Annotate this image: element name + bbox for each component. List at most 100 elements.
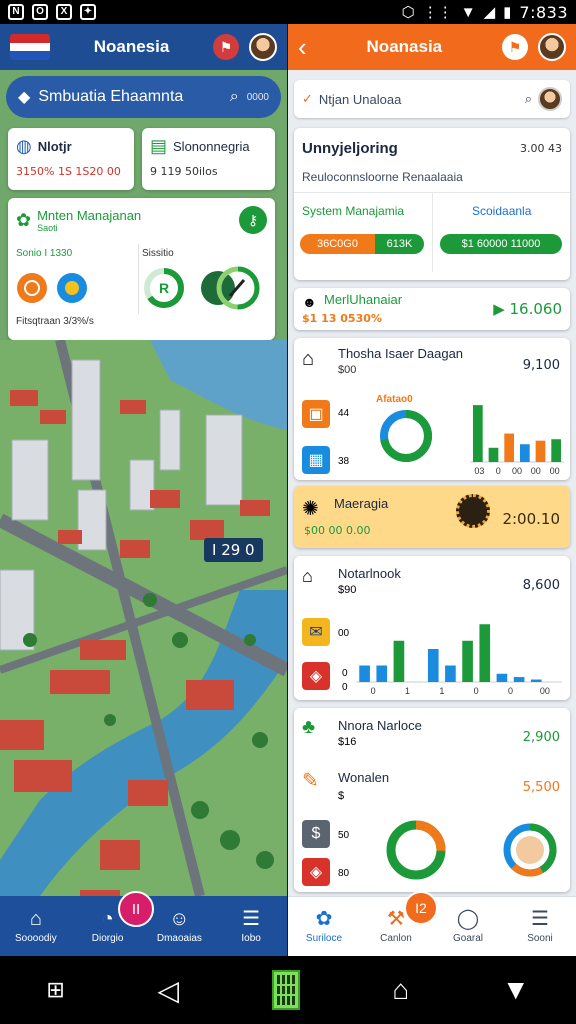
card-nnora-amount: $16 xyxy=(338,736,357,748)
nav-item-menu[interactable]: ☰ Iobo xyxy=(215,896,287,956)
nav-label: Iobo xyxy=(241,932,261,944)
key-icon[interactable]: ⚷ xyxy=(239,206,267,234)
notarlook-y-2: 0 xyxy=(342,682,348,693)
search-icon[interactable]: ⌕ xyxy=(525,91,532,107)
left-search-text: Smbuatia Ehaamnta xyxy=(38,88,184,105)
nav-item-users[interactable]: ☺ Dmaoaias xyxy=(144,896,216,956)
map-value-tag[interactable]: I 29 0 xyxy=(204,538,263,562)
left-header: Noanesia ⚑ xyxy=(0,24,287,70)
back-icon[interactable]: ‹ xyxy=(298,34,307,60)
avatar[interactable] xyxy=(538,87,562,111)
notarlook-y-1: 0 xyxy=(342,668,348,679)
left-nav-badge[interactable]: II xyxy=(118,891,154,927)
nav-item-home[interactable]: ⌂ Soooodiy xyxy=(0,896,72,956)
rocket-icon[interactable]: ⚑ xyxy=(213,34,239,60)
card-maeragia-sub: $00 00 0.00 xyxy=(304,524,371,537)
card-maeragia-value: 2:00.10 xyxy=(502,510,560,528)
right-nav-badge[interactable]: I2 xyxy=(404,891,438,925)
nav-item-cat[interactable]: ✿ Suriloce xyxy=(288,897,360,956)
card-maeragia[interactable]: ✺ Maeragia $00 00 0.00 2:00.10 xyxy=(294,486,570,548)
globe-icon: ◍ xyxy=(16,136,32,156)
calendar-icon[interactable]: ▦ xyxy=(302,446,330,474)
users-icon: ☺ xyxy=(169,907,190,930)
thosha-row-b: 38 xyxy=(338,456,350,467)
nav-label: Sooni xyxy=(527,933,553,944)
tools-icon: ⚒ xyxy=(387,908,405,930)
gear-icon: ✿ xyxy=(16,209,32,230)
clock: 7:833 xyxy=(519,2,568,22)
card-mnten-manajanan[interactable]: ✿ Mnten Manajanan Saoti ⚷ Sonio I 1330 S… xyxy=(8,198,275,340)
x-icon: X xyxy=(56,4,72,20)
card-thosha-amount: $00 xyxy=(338,364,357,376)
card-notarlook[interactable]: ⌂ Notarlnook $90 8,600 ✉ ◈ 00 0 0 011000… xyxy=(294,556,570,700)
sec-title: Scoidaanla xyxy=(472,204,532,218)
card-merl-value: ▶ 16.060 xyxy=(493,300,562,318)
thosha-donut xyxy=(380,410,432,462)
system-progress[interactable]: 36C0G0 613K xyxy=(300,234,424,254)
card-thosha[interactable]: ⌂ Thosha Isaer Daagan $00 9,100 ▣ ▦ 44 3… xyxy=(294,338,570,480)
o-icon: O xyxy=(32,4,48,20)
map-icon[interactable]: ✉ xyxy=(302,618,330,646)
chart-bar xyxy=(551,439,562,462)
home-icon: ⌂ xyxy=(29,907,42,930)
card-merl[interactable]: ☻ MerlUhanaiar $1 13 0530% ▶ 16.060 xyxy=(294,288,570,330)
chart-bar xyxy=(359,665,370,682)
qr-code-icon[interactable] xyxy=(271,970,300,1010)
nav-label: Goaral xyxy=(452,933,483,944)
wifi-icon: ▼ xyxy=(460,3,476,21)
dollar-icon[interactable]: $ xyxy=(302,820,330,848)
wonalen-row-b: 80 xyxy=(338,868,350,879)
recents-icon[interactable]: ▼ xyxy=(502,974,530,1006)
system-title: System Manajamia xyxy=(302,204,405,218)
card-slononnegria-title: Slononnegria xyxy=(173,139,250,154)
flag-icon[interactable] xyxy=(10,34,50,60)
chart-bar xyxy=(472,405,483,462)
back-icon[interactable]: ◁ xyxy=(157,974,179,1007)
chart-bar xyxy=(462,640,473,682)
notarlook-x-label: 1 xyxy=(405,686,410,696)
nav-label: Canlon xyxy=(380,933,412,944)
thosha-x-label: 0 xyxy=(496,466,501,476)
right-search-bar[interactable]: ✓ Ntjan Unaloaa ⌕ xyxy=(294,80,570,118)
sec-pill[interactable]: $1 60000 11000 xyxy=(440,234,562,254)
thosha-bar-chart: 03 0 00 00 00 xyxy=(470,405,564,476)
card-main-value: 3.00 43 xyxy=(520,142,562,155)
apps-grid-icon[interactable]: ⊞ xyxy=(46,977,64,1003)
chart-bar xyxy=(427,649,439,682)
tag-icon[interactable]: ◈ xyxy=(302,858,330,886)
box-icon[interactable]: ▣ xyxy=(302,400,330,428)
card-main-desc: Reuloconnsloorne Renaalaaia xyxy=(302,170,463,184)
card-wonalen-value: 5,500 xyxy=(522,780,560,795)
location-pin-icon: ◆ xyxy=(18,89,31,106)
left-search-bar[interactable]: ◆ Smbuatia Ehaamnta ⌕ 0000 xyxy=(6,76,281,118)
thosha-x-label: 00 xyxy=(531,466,541,476)
card-notarlook-title: Notarlnook xyxy=(338,566,401,581)
thosha-x-label: 03 xyxy=(474,466,484,476)
avatar[interactable] xyxy=(249,33,277,61)
card-nnora[interactable]: ♣ Nnora Narloce $16 2,900 ✎ Wonalen $ 5,… xyxy=(294,708,570,892)
home-icon[interactable]: ⌂ xyxy=(392,974,409,1006)
card-nnora-value: 2,900 xyxy=(522,730,560,745)
card-slononnegria[interactable]: ▤ Slononnegria 9 119 50ilos xyxy=(142,128,275,190)
rocket-icon[interactable]: ⚑ xyxy=(502,34,528,60)
card-notjr[interactable]: ◍ Nlotjr 3150% 1S 1S20 00 xyxy=(8,128,134,190)
tag-icon[interactable]: ◈ xyxy=(302,662,330,690)
nav-item-list[interactable]: ☰ Sooni xyxy=(504,897,576,956)
city-map-illustration[interactable] xyxy=(0,340,287,896)
card-merl-sub: $1 13 0530% xyxy=(302,312,382,325)
right-header: ‹ Noanasia ⚑ xyxy=(288,24,576,70)
avatar[interactable] xyxy=(538,33,566,61)
card-thosha-value: 9,100 xyxy=(522,358,560,373)
chart-bar xyxy=(535,440,546,462)
nav-item-chat[interactable]: ◯ Goaral xyxy=(432,897,504,956)
search-icon[interactable]: ⌕ xyxy=(230,88,239,106)
notarlook-x-label: 00 xyxy=(540,686,550,696)
card-main[interactable]: Unnyjeljoring 3.00 43 Reuloconnsloorne R… xyxy=(294,128,570,280)
system-pill-left: 36C0G0 xyxy=(300,234,375,254)
card-mnten-title: Mnten Manajanan xyxy=(37,207,142,223)
timer-icon: ◔ xyxy=(101,907,114,930)
n-icon: N xyxy=(8,4,24,20)
notarlook-x-label: 0 xyxy=(371,686,376,696)
system-pill-right: 613K xyxy=(375,234,424,254)
thosha-row-a: 44 xyxy=(338,408,350,419)
